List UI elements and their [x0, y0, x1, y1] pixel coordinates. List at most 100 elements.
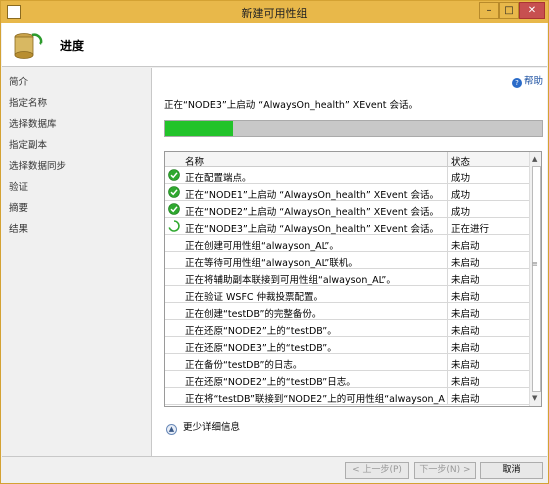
- task-name: 正在备份“testDB”的日志。: [185, 360, 303, 371]
- wizard-footer: < 上一步(P) 下一步(N) > 取消: [2, 456, 547, 483]
- task-status: 未启动: [451, 343, 480, 354]
- wizard-steps-sidebar: 简介 指定名称 选择数据库 指定副本 选择数据同步 验证 摘要 结果: [2, 68, 150, 456]
- scroll-up-icon[interactable]: ▲: [532, 155, 537, 163]
- cancel-button[interactable]: 取消: [480, 462, 543, 479]
- column-divider: [447, 354, 448, 371]
- task-status: 未启动: [451, 394, 480, 405]
- task-name: 正在还原“NODE3”上的“testDB”。: [185, 343, 337, 354]
- table-row[interactable]: 正在备份“testDB”的日志。 未启动: [165, 354, 529, 371]
- task-status: 未启动: [451, 275, 480, 286]
- table-row[interactable]: 正在“NODE3”上启动 “AlwaysOn_health” XEvent 会话…: [165, 218, 529, 235]
- column-divider: [447, 167, 448, 184]
- database-wizard-icon: [14, 33, 43, 59]
- success-icon: [168, 203, 180, 215]
- current-status-text: 正在“NODE3”上启动 “AlwaysOn_health” XEvent 会话…: [164, 100, 419, 111]
- progress-fill: [165, 121, 233, 136]
- task-name: 正在创建可用性组“alwayson_AL”。: [185, 241, 339, 252]
- details-toggle-label: 更少详细信息: [183, 422, 241, 433]
- column-divider: [447, 252, 448, 269]
- success-icon: [168, 186, 180, 198]
- minimize-button[interactable]: –: [479, 2, 499, 19]
- main-content: ? 帮助 正在“NODE3”上启动 “AlwaysOn_health” XEven…: [151, 68, 547, 456]
- column-divider: [447, 371, 448, 388]
- task-status: 未启动: [451, 377, 480, 388]
- details-toggle[interactable]: ▲ 更少详细信息: [166, 419, 240, 435]
- sidebar-item-specify-name[interactable]: 指定名称: [9, 95, 47, 109]
- task-name: 正在验证 WSFC 仲裁投票配置。: [185, 292, 324, 303]
- table-row[interactable]: 正在“NODE2”上启动 “AlwaysOn_health” XEvent 会话…: [165, 201, 529, 218]
- table-header: 名称 状态: [165, 152, 529, 168]
- column-header-status[interactable]: 状态: [451, 154, 470, 168]
- task-status: 未启动: [451, 360, 480, 371]
- column-divider: [447, 235, 448, 252]
- column-divider: [447, 388, 448, 405]
- task-status: 正在进行: [451, 224, 490, 235]
- table-row[interactable]: 正在将“testDB”联接到“NODE2”上的可用性组“alwayson_AL”…: [165, 388, 529, 405]
- task-name: 正在“NODE1”上启动 “AlwaysOn_health” XEvent 会话…: [185, 190, 440, 201]
- column-divider: [447, 184, 448, 201]
- table-row[interactable]: 正在还原“NODE3”上的“testDB”。 未启动: [165, 337, 529, 354]
- task-status: 成功: [451, 173, 471, 184]
- sidebar-item-summary[interactable]: 摘要: [9, 200, 28, 214]
- column-header-name[interactable]: 名称: [185, 154, 204, 168]
- task-status: 未启动: [451, 258, 480, 269]
- sidebar-item-select-databases[interactable]: 选择数据库: [9, 116, 57, 130]
- sidebar-item-validation[interactable]: 验证: [9, 179, 28, 193]
- table-row[interactable]: 正在创建可用性组“alwayson_AL”。 未启动: [165, 235, 529, 252]
- column-divider: [447, 218, 448, 235]
- help-icon: ?: [512, 78, 522, 88]
- sidebar-item-data-sync[interactable]: 选择数据同步: [9, 158, 66, 172]
- table-row[interactable]: 正在还原“NODE2”上的“testDB”。 未启动: [165, 320, 529, 337]
- table-row[interactable]: 正在配置端点。 成功: [165, 167, 529, 184]
- column-divider: [447, 337, 448, 354]
- page-title: 进度: [60, 39, 85, 53]
- task-status: 未启动: [451, 292, 480, 303]
- sidebar-item-intro[interactable]: 简介: [9, 74, 28, 88]
- task-name: 正在还原“NODE2”上的“testDB”日志。: [185, 377, 356, 388]
- collapse-details-icon: ▲: [166, 424, 177, 435]
- help-link[interactable]: ? 帮助: [512, 73, 543, 88]
- task-name: 正在“NODE3”上启动 “AlwaysOn_health” XEvent 会话…: [185, 224, 440, 235]
- table-row[interactable]: 正在还原“NODE2”上的“testDB”日志。 未启动: [165, 371, 529, 388]
- progress-bar: [164, 120, 543, 137]
- scroll-down-icon[interactable]: ▼: [532, 394, 537, 402]
- scroll-thumb[interactable]: [532, 166, 541, 392]
- previous-button[interactable]: < 上一步(P): [345, 462, 409, 479]
- task-name: 正在将辅助副本联接到可用性组“alwayson_AL”。: [185, 275, 396, 286]
- column-divider: [447, 201, 448, 218]
- task-status: 未启动: [451, 326, 480, 337]
- task-status: 未启动: [451, 309, 480, 320]
- column-divider: [447, 303, 448, 320]
- column-divider: [447, 269, 448, 286]
- table-row[interactable]: 正在验证 WSFC 仲裁投票配置。 未启动: [165, 286, 529, 303]
- progress-table: 名称 状态 正在配置端点。 成功 正在“NODE1”上启动 “AlwaysOn_he…: [164, 151, 542, 407]
- task-status: 成功: [451, 190, 471, 201]
- page-header: 进度: [2, 23, 547, 67]
- task-name: 正在将“testDB”联接到“NODE2”上的可用性组“alwayson_AL”…: [185, 394, 445, 405]
- vertical-scrollbar[interactable]: ▲ ≡ ▼: [529, 152, 541, 406]
- next-button[interactable]: 下一步(N) >: [414, 462, 476, 479]
- sidebar-item-results[interactable]: 结果: [9, 221, 28, 235]
- spinner-icon: [168, 220, 180, 232]
- table-row[interactable]: 正在“NODE1”上启动 “AlwaysOn_health” XEvent 会话…: [165, 184, 529, 201]
- scroll-grip-icon: ≡: [532, 260, 538, 268]
- success-icon: [168, 169, 180, 181]
- column-divider[interactable]: [447, 152, 448, 167]
- close-button[interactable]: ✕: [519, 2, 545, 19]
- help-label: 帮助: [524, 76, 544, 87]
- table-row[interactable]: 正在将辅助副本联接到可用性组“alwayson_AL”。 未启动: [165, 269, 529, 286]
- task-status: 成功: [451, 207, 471, 218]
- dialog-window: 新建可用性组 – □ ✕ 进度 简介 指定名称 选择数据库 指定副本 选择数据同…: [0, 0, 549, 484]
- table-row[interactable]: 正在创建“testDB”的完整备份。 未启动: [165, 303, 529, 320]
- column-divider: [447, 286, 448, 303]
- sidebar-item-specify-replicas[interactable]: 指定副本: [9, 137, 47, 151]
- table-row[interactable]: 正在等待可用性组“alwayson_AL”联机。 未启动: [165, 252, 529, 269]
- task-name: 正在配置端点。: [185, 173, 252, 184]
- column-divider: [447, 320, 448, 337]
- task-name: 正在等待可用性组“alwayson_AL”联机。: [185, 258, 358, 269]
- title-bar[interactable]: 新建可用性组 – □ ✕: [1, 1, 548, 23]
- window-title: 新建可用性组: [241, 7, 308, 20]
- task-status: 未启动: [451, 241, 480, 252]
- maximize-button[interactable]: □: [499, 2, 519, 19]
- task-name: 正在“NODE2”上启动 “AlwaysOn_health” XEvent 会话…: [185, 207, 440, 218]
